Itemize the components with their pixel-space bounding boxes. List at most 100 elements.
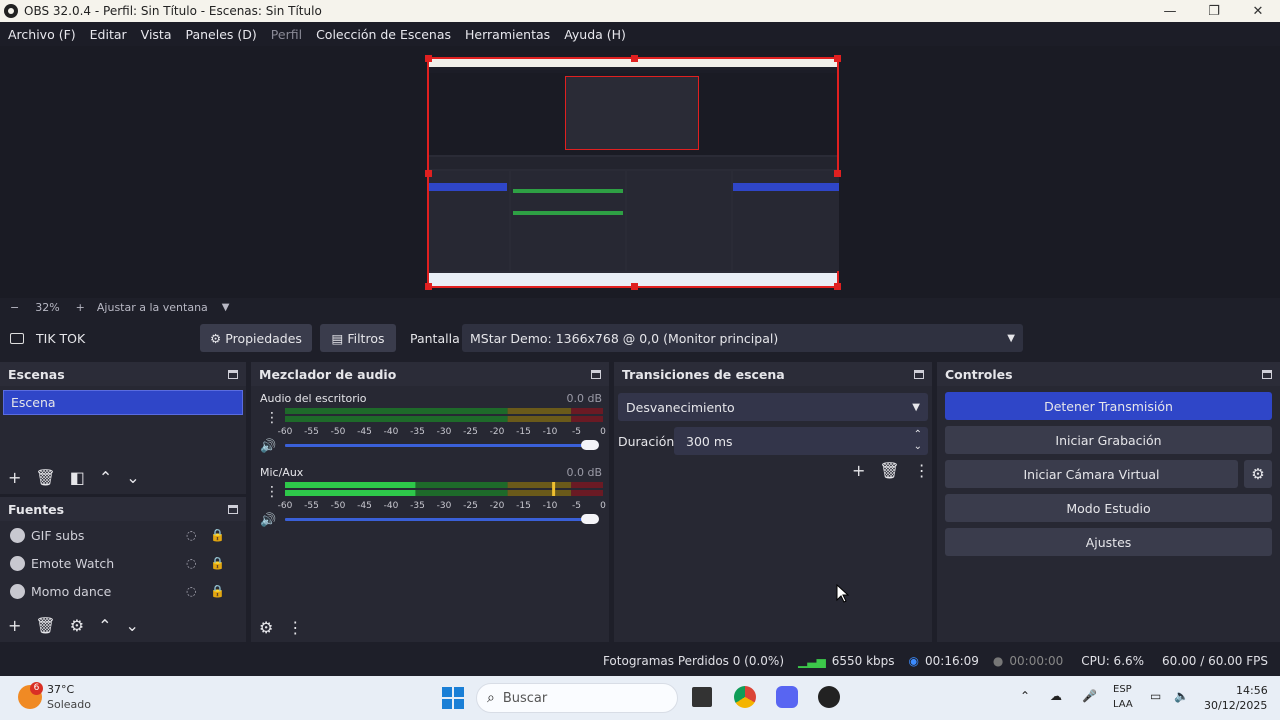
source-item[interactable]: Momo dance ◌ 🔒 [0,577,246,605]
taskbar-search[interactable]: ⌕ Buscar [476,683,678,713]
add-source-icon[interactable]: + [8,616,21,635]
undock-icon[interactable] [591,369,601,379]
start-recording-button[interactable]: Iniciar Grabación [945,426,1272,454]
volume-slider-track[interactable] [285,444,593,447]
fit-window-button[interactable]: Ajustar a la ventana [97,301,208,314]
more-options-icon[interactable]: ⋮ [287,618,303,637]
hidden-eye-icon[interactable]: ◌ [186,584,196,598]
menu-editar[interactable]: Editar [90,27,127,42]
chevron-down-icon: ▼ [1007,332,1015,344]
volume-slider-handle[interactable] [581,514,599,524]
menu-vista[interactable]: Vista [141,27,172,42]
chrome-icon[interactable] [734,686,756,708]
more-options-icon[interactable]: ⋮ [265,410,279,426]
volume-slider-track[interactable] [285,518,593,521]
speaker-icon[interactable]: 🔊 [260,437,276,454]
gear-icon[interactable]: ⚙ [70,616,84,635]
lock-icon[interactable]: 🔒 [210,528,225,542]
undock-icon[interactable] [1262,369,1272,379]
volume-slider-handle[interactable] [581,440,599,450]
controls-title: Controles [945,366,1013,382]
zoom-bar: − 32% + Ajustar a la ventana ▼ [0,298,1280,316]
studio-mode-button[interactable]: Modo Estudio [945,494,1272,522]
cloud-off-icon[interactable]: ☁ [1050,689,1062,703]
clock-time[interactable]: 14:56 [1236,684,1268,697]
trash-icon[interactable]: 🗑 [35,616,55,635]
obs-taskbar-icon[interactable] [818,686,840,708]
add-scene-icon[interactable]: + [8,468,21,487]
app-icon[interactable] [692,687,712,707]
monitor-icon [10,332,24,344]
stop-stream-button[interactable]: Detener Transmisión [945,392,1272,420]
menu-archivo[interactable]: Archivo (F) [8,27,76,42]
source-label: Momo dance [31,583,112,599]
meter-tick-label: -10 [543,427,558,437]
meter-tick-label: -25 [463,501,478,511]
tray-chevron-up-icon[interactable]: ⌃ [1020,689,1030,703]
advanced-audio-icon[interactable]: ⚙ [259,618,273,637]
source-item[interactable]: Emote Watch ◌ 🔒 [0,549,246,577]
move-down-icon[interactable]: ⌄ [126,468,139,487]
fps: 60.00 / 60.00 FPS [1162,654,1268,668]
undock-icon[interactable] [228,504,238,514]
filters-button[interactable]: ▤ Filtros [320,324,396,352]
close-button[interactable]: ✕ [1236,0,1280,22]
hidden-eye-icon[interactable]: ◌ [186,556,196,570]
duration-stepper[interactable]: 300 ms ⌃ ⌄ [674,427,928,455]
source-label: Emote Watch [31,555,115,571]
more-options-icon[interactable]: ⋮ [265,484,279,500]
add-transition-icon[interactable]: + [852,461,865,480]
trash-icon[interactable]: 🗑 [879,461,899,480]
start-windows-icon[interactable] [442,687,464,709]
title-bar: OBS 32.0.4 - Perfil: Sin Título - Escena… [0,0,1280,22]
source-item[interactable]: GIF subs ◌ 🔒 [0,521,246,549]
volume-icon[interactable]: 🔈 [1174,689,1189,703]
language-primary[interactable]: ESP [1113,684,1132,695]
lock-icon[interactable]: 🔒 [210,556,225,570]
preview-screen-capture[interactable] [425,55,841,290]
minimize-button[interactable]: — [1148,0,1192,22]
menu-perfil[interactable]: Perfil [271,27,302,42]
zoom-out-button[interactable]: − [10,301,19,314]
discord-icon[interactable] [776,686,798,708]
weather-badge: 6 [30,682,43,695]
record-icon: ● [992,654,1004,668]
move-up-icon[interactable]: ⌃ [98,616,111,635]
microphone-icon[interactable]: 🎤 [1082,689,1097,703]
menu-ayuda[interactable]: Ayuda (H) [564,27,626,42]
mixer-tracks: Audio del escritorio 0.0 dB⋮-60 -55 -50 -45-… [260,392,606,528]
move-down-icon[interactable]: ⌄ [125,616,138,635]
meter-tick-label: -55 [304,501,319,511]
undock-icon[interactable] [914,369,924,379]
meter-tick-label: -45 [357,427,372,437]
stepper-arrows-icon[interactable]: ⌃ ⌄ [914,429,922,453]
undock-icon[interactable] [228,369,238,379]
menu-herramientas[interactable]: Herramientas [465,27,550,42]
meter-segment [571,482,603,488]
network-icon[interactable]: ▭ [1150,689,1161,703]
menu-bar: Archivo (F) Editar Vista Paneles (D) Per… [0,22,1280,46]
scene-filter-icon[interactable]: ◧ [70,468,85,487]
move-up-icon[interactable]: ⌃ [99,468,112,487]
more-options-icon[interactable]: ⋮ [914,461,930,480]
properties-button[interactable]: ⚙ Propiedades [200,324,312,352]
clock-date[interactable]: 30/12/2025 [1204,699,1267,712]
settings-button[interactable]: Ajustes [945,528,1272,556]
virtual-camera-button[interactable]: Iniciar Cámara Virtual [945,460,1238,488]
language-secondary[interactable]: LAA [1113,699,1133,710]
transition-select[interactable]: Desvanecimiento ▼ [618,393,928,421]
speaker-icon[interactable]: 🔊 [260,511,276,528]
hidden-eye-icon[interactable]: ◌ [186,528,196,542]
maximize-button[interactable]: ❐ [1192,0,1236,22]
display-select[interactable]: MStar Demo: 1366x768 @ 0,0 (Monitor prin… [462,324,1023,352]
lock-icon[interactable]: 🔒 [210,584,225,598]
menu-paneles[interactable]: Paneles (D) [186,27,257,42]
menu-coleccion-escenas[interactable]: Colección de Escenas [316,27,451,42]
virtual-camera-settings-gear-icon[interactable]: ⚙ [1244,460,1272,488]
source-toolbar: TIK TOK ⚙ Propiedades ▤ Filtros Pantalla M… [0,320,1280,356]
scene-item[interactable]: Escena [3,390,243,415]
zoom-dropdown-icon[interactable]: ▼ [222,302,230,313]
meter-tick-label: -5 [572,501,581,511]
zoom-in-button[interactable]: + [76,301,85,314]
trash-icon[interactable]: 🗑 [35,468,55,487]
